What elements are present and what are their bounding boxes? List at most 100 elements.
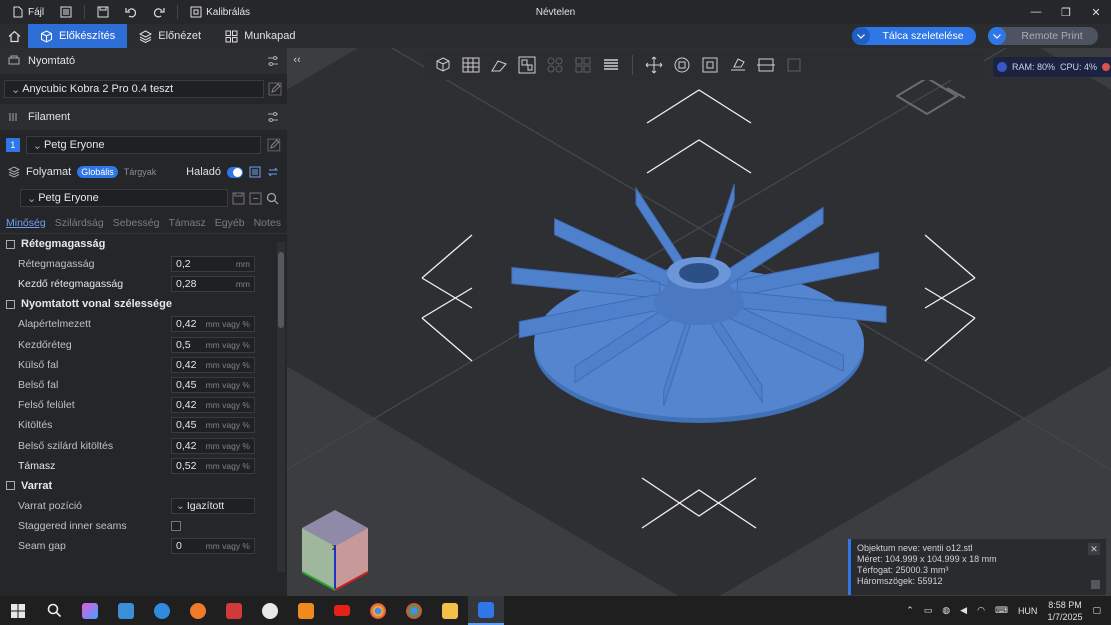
camera-icon[interactable]: ▭	[924, 605, 933, 616]
taskbar-app-a[interactable]	[144, 596, 180, 625]
remote-print-button[interactable]: Remote Print	[988, 27, 1098, 45]
subtab-notes[interactable]: Notes	[254, 217, 281, 229]
edit-icon[interactable]	[267, 138, 281, 152]
staggered-seams-checkbox[interactable]	[171, 521, 181, 532]
clock[interactable]: 8:58 PM 1/7/2025	[1047, 599, 1082, 623]
subtab-support[interactable]: Támasz	[168, 217, 205, 229]
printer-section-header[interactable]: Nyomtató	[0, 48, 287, 74]
cut-tool[interactable]	[753, 52, 779, 78]
home-button[interactable]	[0, 24, 28, 48]
solid-infill-input[interactable]: 0,42 mm vagy %	[171, 437, 255, 454]
close-info-button[interactable]: ✕	[1088, 543, 1100, 555]
add-plate-button[interactable]	[458, 52, 484, 78]
seam-gap-input[interactable]: 0 mm vagy %	[171, 538, 255, 555]
arrange-button[interactable]	[514, 52, 540, 78]
save-button[interactable]	[91, 2, 115, 22]
scale-tool[interactable]	[697, 52, 723, 78]
settings-sliders-icon[interactable]	[267, 55, 279, 67]
undo-button[interactable]	[119, 2, 143, 22]
taskbar-app-fusion[interactable]	[288, 596, 324, 625]
seam-position-select[interactable]: ⌄ Igazított	[171, 497, 255, 514]
first-layer-height-input[interactable]: 0,28 mm	[171, 276, 255, 293]
param-value[interactable]: 0,2	[176, 258, 236, 270]
process-preset-select[interactable]: ⌄ Petg Eryone	[20, 189, 228, 207]
taskbar-app-chrome-2[interactable]	[396, 596, 432, 625]
save-icon[interactable]	[232, 192, 245, 205]
sparse-infill-input[interactable]: 0,45 mm vagy %	[171, 417, 255, 434]
subtab-strength[interactable]: Szilárdság	[55, 217, 104, 229]
taskbar-app-orange[interactable]	[180, 596, 216, 625]
param-value[interactable]: 0,42	[176, 359, 206, 371]
tab-prepare[interactable]: Előkészítés	[28, 24, 128, 48]
lay-on-face-tool[interactable]	[725, 52, 751, 78]
chevron-down-icon[interactable]	[988, 27, 1006, 45]
taskbar-app-explorer[interactable]	[432, 596, 468, 625]
filament-section-header[interactable]: Filament	[0, 104, 287, 130]
collapse-sidebar-button[interactable]: ‹‹	[289, 52, 305, 68]
minimize-button[interactable]: —	[1021, 0, 1051, 24]
taskbar-app-red[interactable]	[216, 596, 252, 625]
subtab-others[interactable]: Egyéb	[215, 217, 245, 229]
add-object-button[interactable]	[430, 52, 456, 78]
language-indicator[interactable]: HUN	[1018, 606, 1038, 616]
parameter-scrollbar[interactable]	[277, 242, 285, 572]
param-value[interactable]: 0,5	[176, 339, 206, 351]
search-icon[interactable]	[266, 192, 279, 205]
param-value[interactable]: 0,45	[176, 379, 206, 391]
inner-wall-input[interactable]: 0,45 mm vagy %	[171, 377, 255, 394]
maximize-button[interactable]: ❐	[1051, 0, 1081, 24]
subtab-speed[interactable]: Sebesség	[113, 217, 160, 229]
chevron-down-icon[interactable]	[852, 27, 870, 45]
wifi-icon[interactable]: ◠	[977, 605, 985, 616]
taskbar-app-store[interactable]	[108, 596, 144, 625]
first-layer-width-input[interactable]: 0,5 mm vagy %	[171, 336, 255, 353]
build-plate-scene[interactable]: Z	[287, 48, 1111, 596]
split-objects-button[interactable]	[542, 52, 568, 78]
param-value[interactable]: 0,42	[176, 318, 206, 330]
filament-slot-badge[interactable]: 1	[6, 138, 20, 152]
global-toggle[interactable]: Globális	[77, 166, 118, 178]
chevron-up-icon[interactable]: ⌃	[906, 605, 914, 616]
split-parts-button[interactable]	[570, 52, 596, 78]
subtab-quality[interactable]: Minőség	[6, 217, 46, 229]
calibrate-button[interactable]: Kalibrálás	[184, 2, 256, 22]
default-width-input[interactable]: 0,42 mm vagy %	[171, 316, 255, 333]
taskbar-app-youtube[interactable]	[324, 596, 360, 625]
swap-icon[interactable]	[267, 166, 279, 178]
edit-icon[interactable]	[268, 82, 282, 96]
param-value[interactable]: 0,52	[176, 460, 206, 472]
menu-button[interactable]	[54, 2, 78, 22]
outer-wall-input[interactable]: 0,42 mm vagy %	[171, 356, 255, 373]
printer-select[interactable]: ⌄ Anycubic Kobra 2 Pro 0.4 teszt	[4, 80, 264, 98]
taskbar-app-slicer[interactable]	[468, 596, 504, 625]
mic-icon[interactable]: ◍	[942, 605, 950, 616]
notification-icon[interactable]: ▢	[1092, 605, 1101, 616]
tab-preview[interactable]: Előnézet	[127, 24, 213, 48]
3d-viewport[interactable]: Z ‹‹ RAM: 80% CPU: 4% Objektum neve: ven…	[287, 48, 1111, 596]
layers-editing-button[interactable]	[598, 52, 624, 78]
taskbar-app-dark[interactable]	[252, 596, 288, 625]
taskbar-search-button[interactable]	[36, 596, 72, 625]
objects-toggle[interactable]: Tárgyak	[124, 167, 157, 177]
close-button[interactable]: ✕	[1081, 0, 1111, 24]
param-value[interactable]: 0,28	[176, 278, 236, 290]
param-value[interactable]: 0	[176, 540, 206, 552]
paint-tool[interactable]	[781, 52, 807, 78]
view-cube[interactable]: Z	[301, 510, 369, 591]
slice-plate-button[interactable]: Tálca szeletelése	[852, 27, 976, 45]
param-value[interactable]: 0,45	[176, 419, 206, 431]
param-value[interactable]: 0,42	[176, 399, 206, 411]
settings-sliders-icon[interactable]	[267, 111, 279, 123]
filament-select[interactable]: ⌄ Petg Eryone	[25, 136, 262, 154]
taskbar-app-chrome[interactable]	[360, 596, 396, 625]
minimize-info-button[interactable]	[1091, 580, 1100, 589]
tab-workbench[interactable]: Munkapad	[213, 24, 307, 48]
start-button[interactable]	[0, 596, 36, 625]
delete-icon[interactable]	[249, 192, 262, 205]
file-menu-button[interactable]: Fájl	[6, 2, 50, 22]
layer-height-input[interactable]: 0,2 mm	[171, 256, 255, 273]
redo-button[interactable]	[147, 2, 171, 22]
param-value[interactable]: 0,42	[176, 440, 206, 452]
keyboard-icon[interactable]: ⌨	[995, 605, 1008, 616]
advanced-toggle[interactable]	[227, 166, 243, 178]
